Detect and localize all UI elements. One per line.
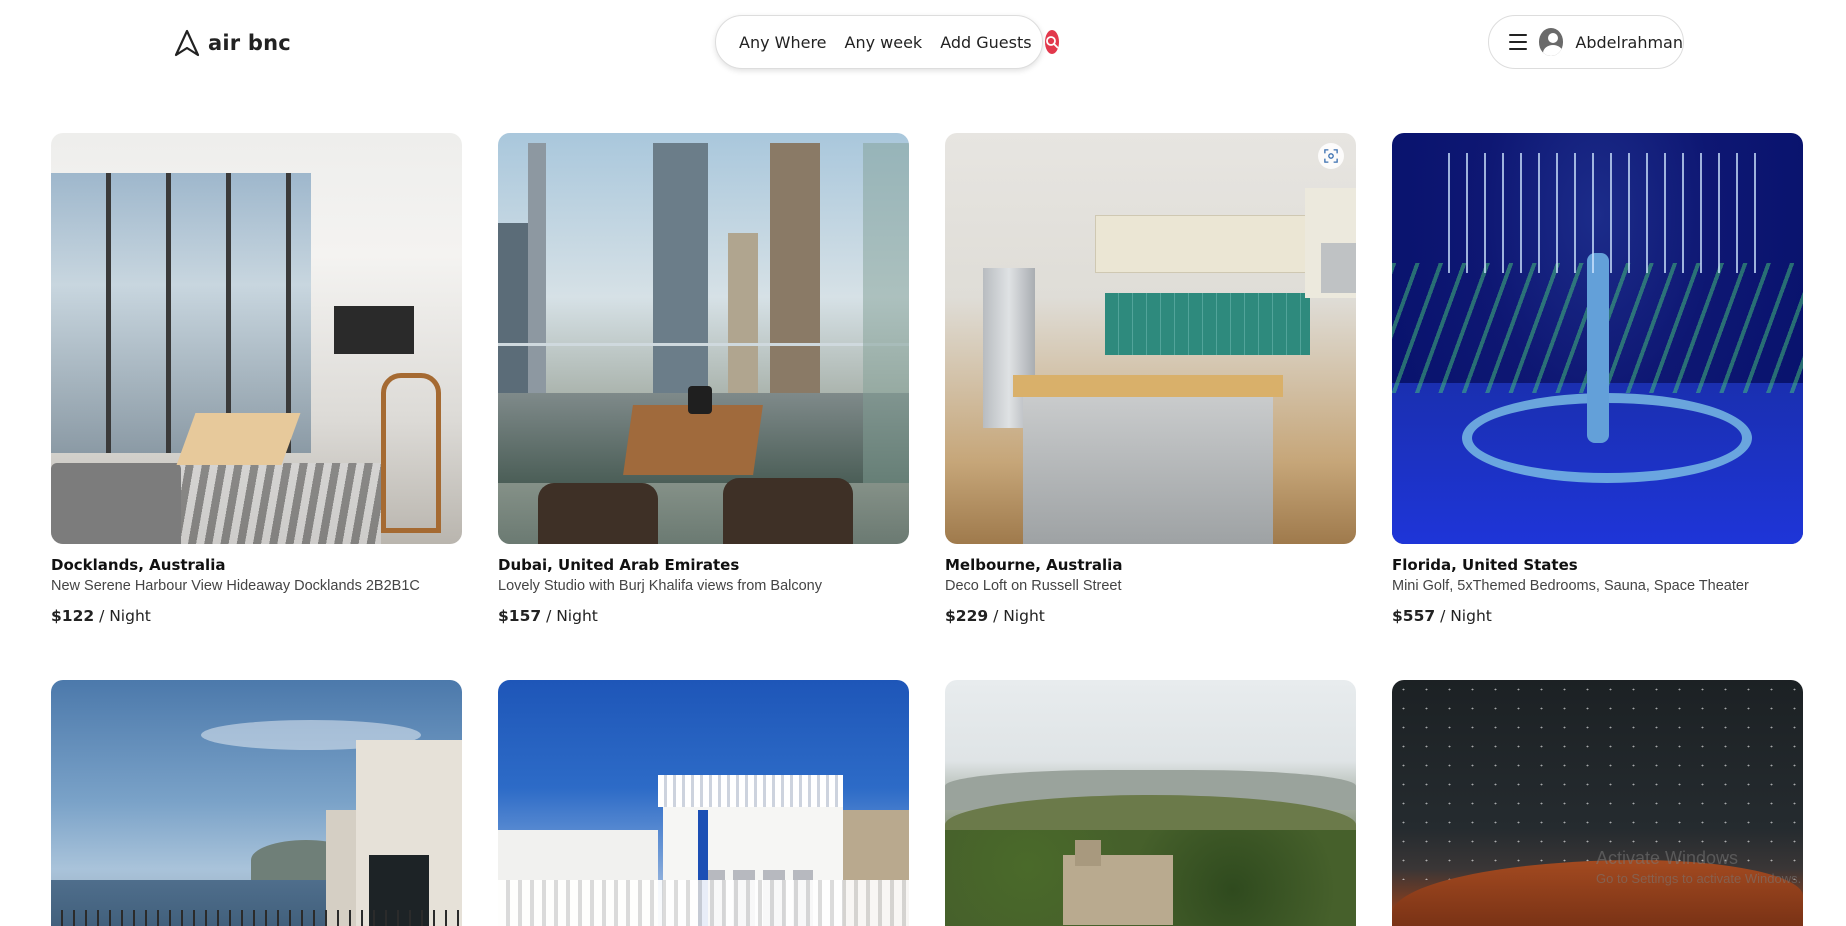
activate-windows-watermark: Activate Windows Go to Settings to activ…	[1596, 848, 1801, 886]
listing-price-line: $557 / Night	[1392, 607, 1803, 625]
listing-price-line: $122 / Night	[51, 607, 462, 625]
listing-photo[interactable]	[945, 680, 1356, 926]
listing-description: Lovely Studio with Burj Khalifa views fr…	[498, 578, 822, 594]
listing-location: Dubai, United Arab Emirates	[498, 556, 740, 574]
listing-card[interactable]: Docklands, Australia New Serene Harbour …	[51, 133, 462, 625]
listings-grid: Docklands, Australia New Serene Harbour …	[51, 133, 1811, 926]
search-bar[interactable]: Any Where Any week Add Guests	[715, 15, 1059, 69]
listing-photo[interactable]	[498, 133, 909, 544]
listing-description: New Serene Harbour View Hideaway Docklan…	[51, 578, 420, 594]
listing-card[interactable]	[51, 680, 462, 926]
listing-price: $157	[498, 607, 542, 625]
listing-price-line: $229 / Night	[945, 607, 1356, 625]
listing-price: $122	[51, 607, 95, 625]
listing-price-line: $157 / Night	[498, 607, 909, 625]
search-guests[interactable]: Add Guests	[931, 33, 1040, 52]
listing-price-unit: / Night	[988, 607, 1045, 625]
listing-card[interactable]: Dubai, United Arab Emirates Lovely Studi…	[498, 133, 909, 625]
listing-card[interactable]: Melbourne, Australia Deco Loft on Russel…	[945, 133, 1356, 625]
listing-photo[interactable]	[1392, 680, 1803, 926]
listing-location: Docklands, Australia	[51, 556, 226, 574]
listing-photo[interactable]	[945, 133, 1356, 544]
listing-description: Deco Loft on Russell Street	[945, 578, 1122, 594]
listing-price: $229	[945, 607, 989, 625]
listing-location: Florida, United States	[1392, 556, 1578, 574]
brand-logo[interactable]: air bnc	[172, 28, 291, 58]
watermark-subtitle: Go to Settings to activate Windows.	[1596, 871, 1802, 886]
top-navbar: air bnc Any Where Any week Add Guests Ab…	[0, 0, 1846, 84]
user-avatar-icon	[1538, 28, 1564, 56]
listing-card[interactable]	[1392, 680, 1803, 926]
listing-description: Mini Golf, 5xThemed Bedrooms, Sauna, Spa…	[1392, 578, 1749, 594]
listing-location: Melbourne, Australia	[945, 556, 1123, 574]
search-button[interactable]	[1044, 30, 1059, 54]
listing-price-unit: / Night	[541, 607, 598, 625]
user-menu-button[interactable]: Abdelrahman	[1488, 15, 1684, 69]
airbnb-logo-icon	[174, 29, 200, 57]
listing-price: $557	[1392, 607, 1436, 625]
search-icon	[1045, 36, 1058, 49]
listing-price-unit: / Night	[94, 607, 151, 625]
listing-card[interactable]	[498, 680, 909, 926]
listing-photo[interactable]	[51, 680, 462, 926]
listing-price-unit: / Night	[1435, 607, 1492, 625]
listing-photo[interactable]	[51, 133, 462, 544]
listing-photo[interactable]	[498, 680, 909, 926]
user-name: Abdelrahman	[1575, 32, 1683, 52]
brand-name: air bnc	[208, 31, 291, 55]
listing-card[interactable]: Florida, United States Mini Golf, 5xThem…	[1392, 133, 1803, 625]
watermark-title: Activate Windows	[1596, 848, 1739, 868]
listing-card[interactable]	[945, 680, 1356, 926]
scan-icon[interactable]	[1318, 143, 1344, 169]
search-week[interactable]: Any week	[836, 33, 932, 52]
search-where[interactable]: Any Where	[730, 33, 836, 52]
hamburger-menu-icon	[1509, 34, 1527, 50]
listing-photo[interactable]	[1392, 133, 1803, 544]
